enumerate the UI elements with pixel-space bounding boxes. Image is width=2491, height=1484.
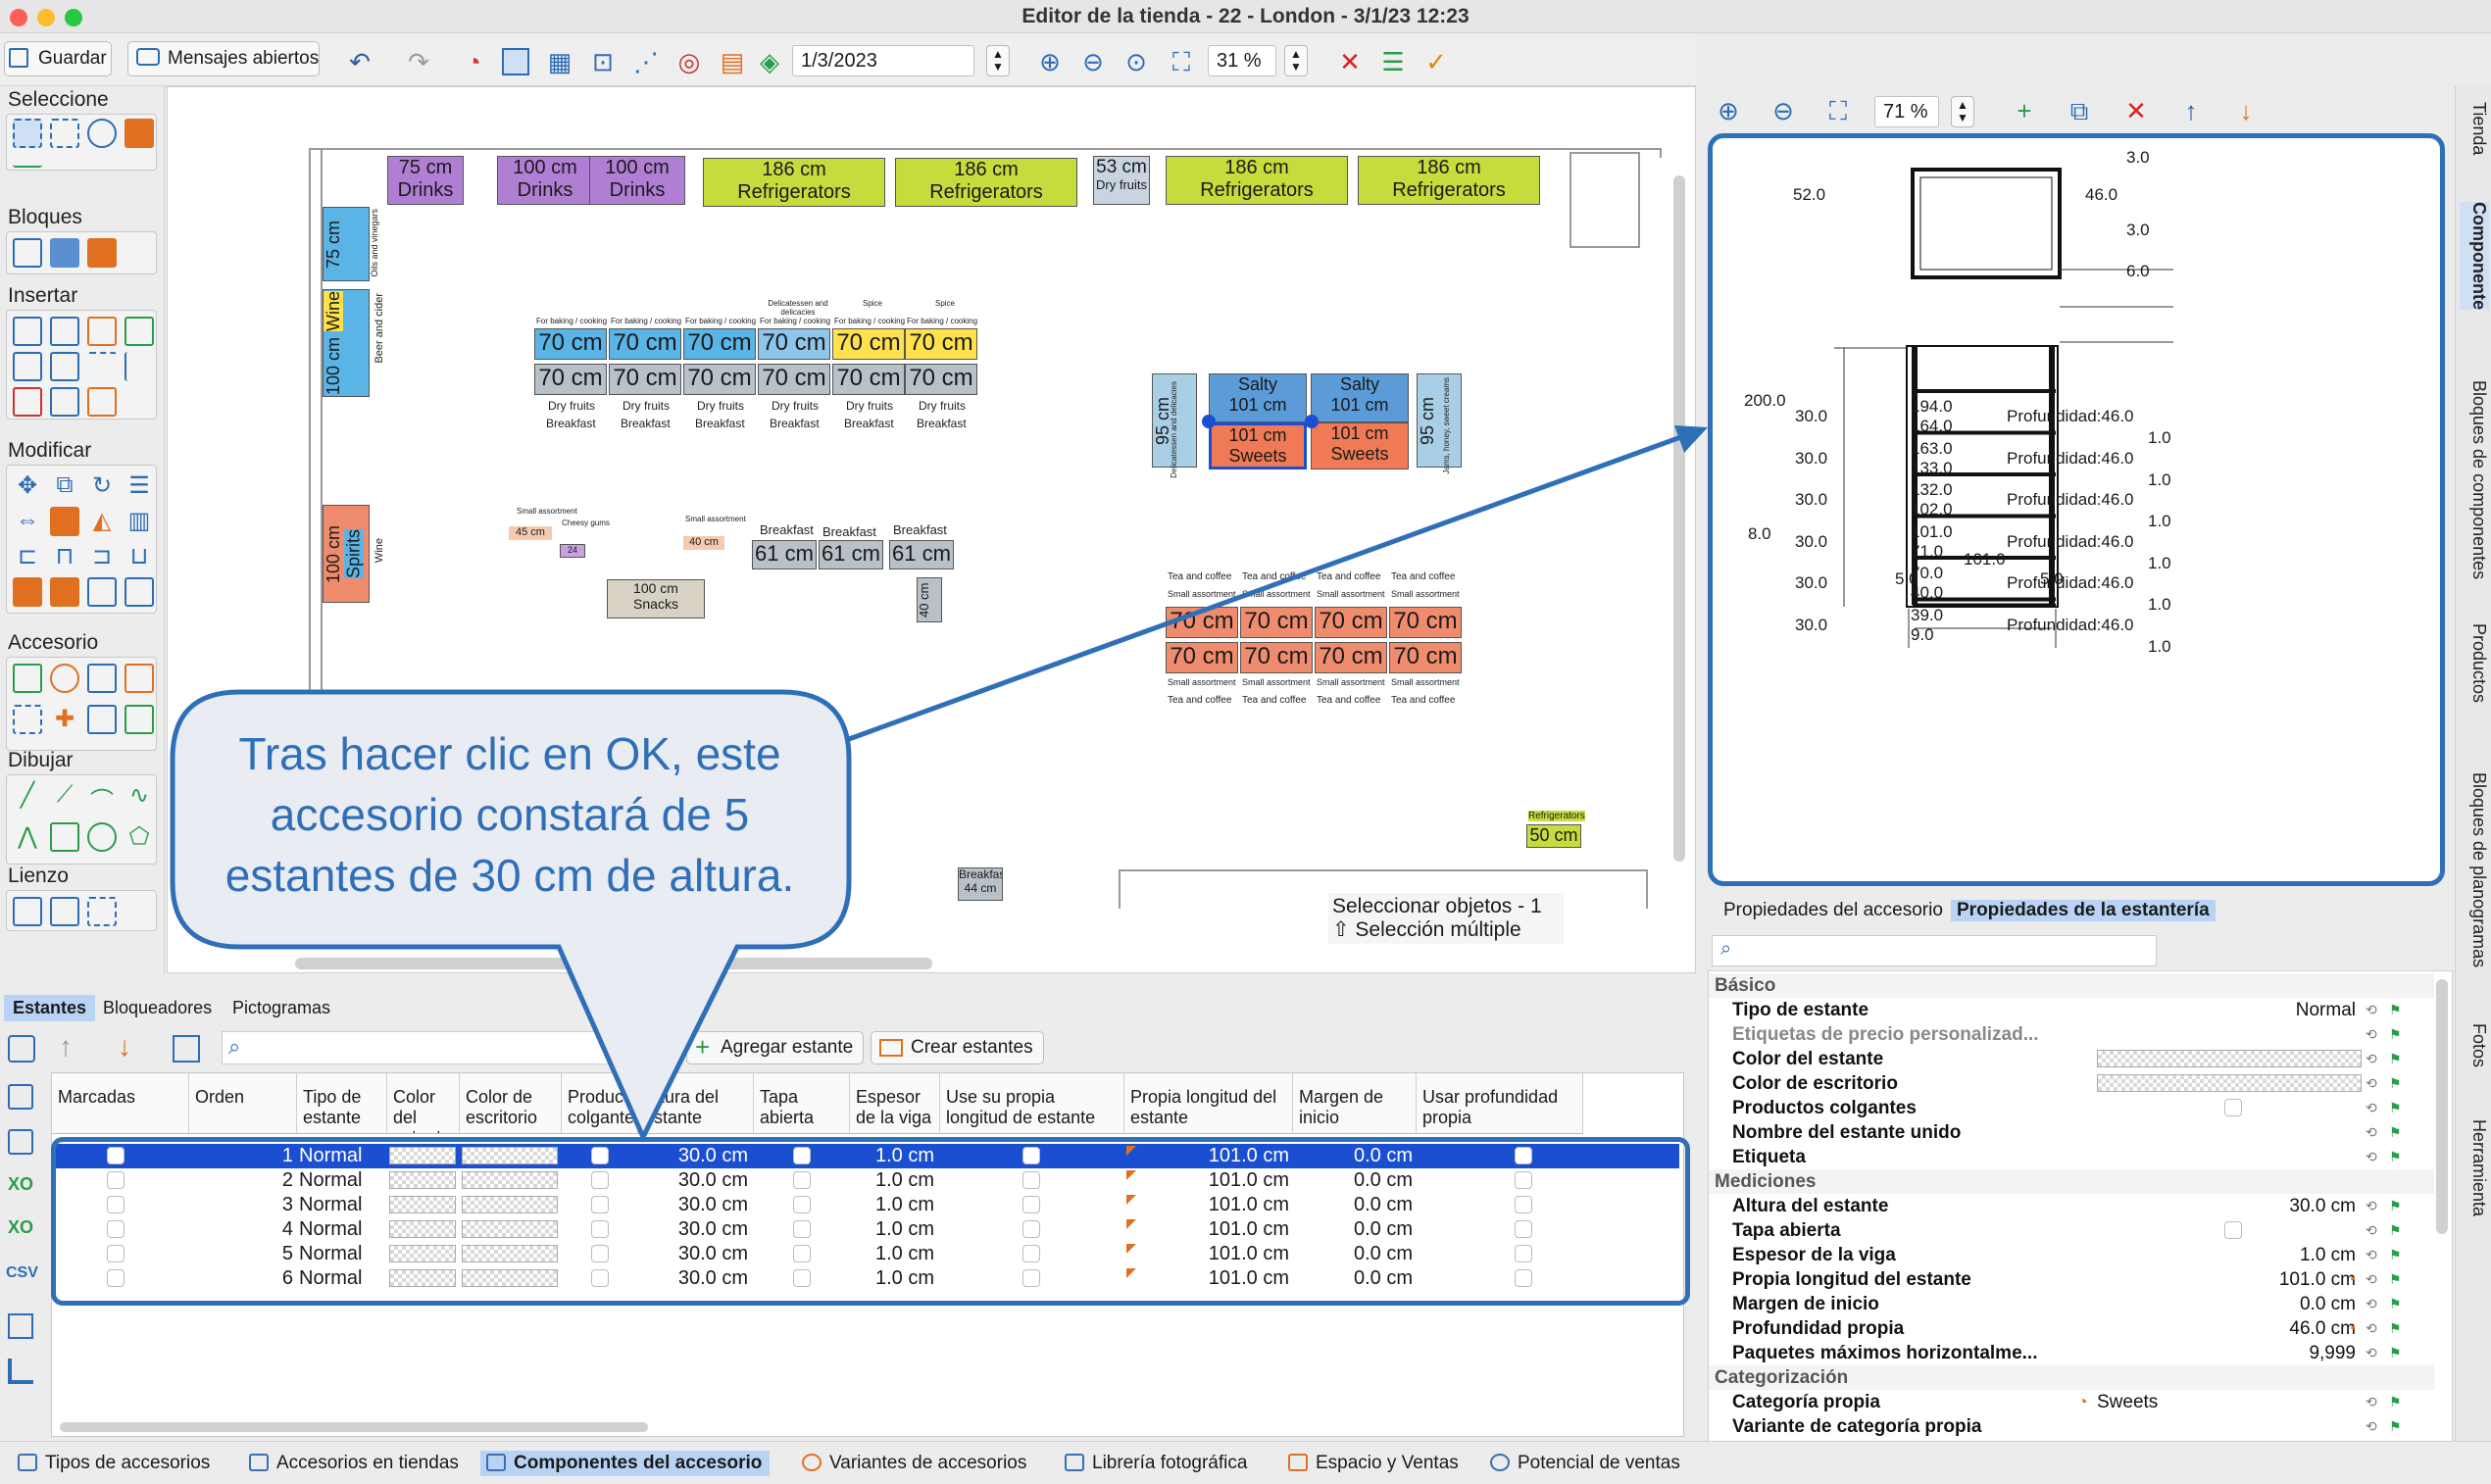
status-tab-componentes[interactable]: Componentes del accesorio (480, 1451, 771, 1476)
status-tab-variantes[interactable]: Variantes de accesorios (796, 1451, 1034, 1476)
potencial-icon (1490, 1454, 1510, 1471)
variantes-icon (802, 1454, 822, 1471)
tipos-icon (18, 1454, 37, 1471)
libreria-icon (1065, 1454, 1084, 1471)
espacio-icon (1288, 1454, 1308, 1471)
bottom-tab-bar: Tipos de accesorios Accesorios en tienda… (0, 1441, 2491, 1484)
componentes-icon (486, 1454, 506, 1471)
status-tab-libreria[interactable]: Librería fotográfica (1059, 1451, 1255, 1476)
callout-text: Tras hacer clic en OK, este accesorio co… (224, 728, 795, 901)
status-tab-espacio[interactable]: Espacio y Ventas (1282, 1451, 1467, 1476)
status-tab-tipos[interactable]: Tipos de accesorios (12, 1451, 218, 1476)
accesorios-icon (249, 1454, 269, 1471)
status-tab-potencial[interactable]: Potencial de ventas (1484, 1451, 1688, 1476)
status-tab-accesorios-tiendas[interactable]: Accesorios en tiendas (243, 1451, 467, 1476)
